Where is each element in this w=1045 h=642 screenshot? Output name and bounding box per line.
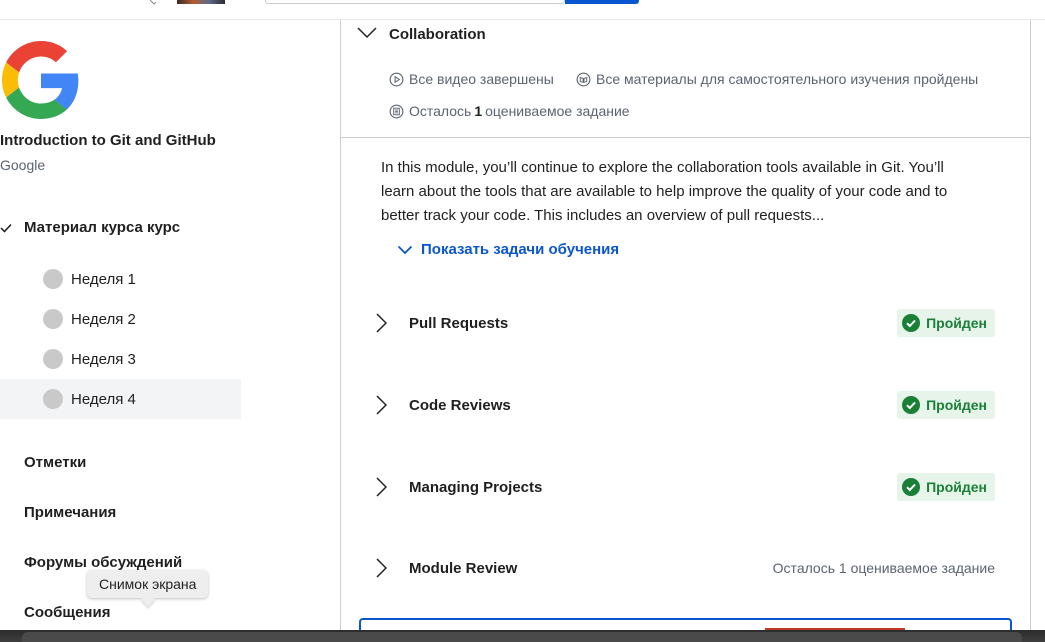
play-circle-icon — [389, 72, 404, 86]
search-input[interactable] — [265, 0, 565, 4]
sidebar-item-week-4[interactable]: Неделя 4 — [0, 379, 241, 419]
sidebar-item-week-2[interactable]: Неделя 2 — [0, 299, 241, 339]
thumbnail-image[interactable] — [177, 0, 225, 4]
status-dot-icon — [43, 389, 63, 409]
sidebar-link-notes[interactable]: Примечания — [24, 504, 116, 521]
week-label: Неделя 2 — [71, 310, 136, 328]
check-circle-icon — [902, 478, 921, 496]
course-material-label: Материал курса курс — [24, 219, 181, 236]
module-description: In this module, you’ll continue to explo… — [381, 159, 948, 224]
assignment-icon — [389, 104, 404, 118]
screenshot-tooltip: Снимок экрана — [87, 570, 209, 598]
remaining-suffix: оцениваемое задание — [485, 103, 630, 119]
search-button[interactable] — [565, 0, 639, 4]
module-header: Collaboration Все видео завершены Все ма… — [341, 20, 1030, 138]
lesson-title: Module Review — [409, 559, 518, 577]
show-learning-objectives-label: Показать задачи обучения — [421, 241, 620, 258]
lesson-remaining-text: Осталось 1 оцениваемое задание — [772, 560, 995, 576]
status-badge-text: Пройден — [926, 397, 987, 413]
week-label: Неделя 1 — [71, 270, 136, 288]
check-circle-icon — [902, 314, 921, 332]
week-label: Неделя 3 — [71, 350, 136, 368]
week-label: Неделя 4 — [71, 390, 136, 408]
sidebar-item-week-1[interactable]: Неделя 1 — [0, 259, 241, 299]
chevron-right-icon — [376, 395, 387, 415]
course-org: Google — [0, 157, 46, 173]
status-badge: Пройден — [897, 309, 995, 337]
lesson-item-code-reviews[interactable]: Code Reviews Пройден — [375, 390, 995, 420]
remaining-count: 1 — [474, 103, 483, 119]
lesson-item-pull-requests[interactable]: Pull Requests Пройден — [375, 308, 995, 338]
taskbar-window — [22, 632, 1022, 642]
chevron-down-icon — [397, 245, 413, 254]
sidebar-link-grades[interactable]: Отметки — [24, 454, 86, 471]
show-learning-objectives-button[interactable]: Показать задачи обучения — [397, 241, 619, 258]
status-badge-text: Пройден — [926, 479, 987, 495]
sidebar-item-week-3[interactable]: Неделя 3 — [0, 339, 241, 379]
status-badge: Пройден — [897, 473, 995, 501]
taskbar — [0, 630, 1045, 642]
assignments-remaining: Осталось 1 оцениваемое задание — [389, 103, 630, 119]
checkmark-icon — [0, 223, 12, 233]
sidebar-link-forums[interactable]: Форумы обсуждений — [24, 554, 182, 571]
status-dot-icon — [43, 309, 63, 329]
status-badge: Пройден — [897, 391, 995, 419]
sidebar-link-messages[interactable]: Сообщения — [24, 604, 110, 621]
sidebar: Introduction to Git and GitHub Google Ма… — [0, 20, 340, 642]
top-bar — [0, 0, 1045, 20]
videos-status: Все видео завершены — [389, 71, 554, 87]
lesson-item-managing-projects[interactable]: Managing Projects Пройден — [375, 472, 995, 502]
check-circle-icon — [902, 396, 921, 414]
google-logo — [2, 41, 79, 119]
videos-status-text: Все видео завершены — [409, 71, 554, 87]
remaining-prefix: Осталось — [409, 103, 472, 119]
course-material-header[interactable]: Материал курса курс — [0, 219, 180, 236]
materials-status-text: Все материалы для самостоятельного изуче… — [596, 71, 979, 87]
status-badge-text: Пройден — [926, 315, 987, 331]
lesson-item-module-review[interactable]: Module Review Осталось 1 оцениваемое зад… — [375, 553, 995, 583]
lesson-title: Code Reviews — [409, 396, 511, 414]
chevron-right-icon — [376, 313, 387, 333]
book-icon — [576, 72, 591, 86]
caret-icon[interactable] — [149, 0, 157, 5]
chevron-down-icon[interactable] — [357, 27, 377, 39]
status-dot-icon — [43, 349, 63, 369]
chevron-right-icon — [376, 477, 387, 497]
status-dot-icon — [43, 269, 63, 289]
lesson-title: Managing Projects — [409, 478, 543, 496]
materials-status: Все материалы для самостоятельного изуче… — [576, 71, 978, 87]
lesson-title: Pull Requests — [409, 314, 509, 332]
course-title[interactable]: Introduction to Git and GitHub — [0, 132, 216, 149]
chevron-right-icon — [376, 558, 387, 578]
module-title[interactable]: Collaboration — [389, 26, 486, 43]
